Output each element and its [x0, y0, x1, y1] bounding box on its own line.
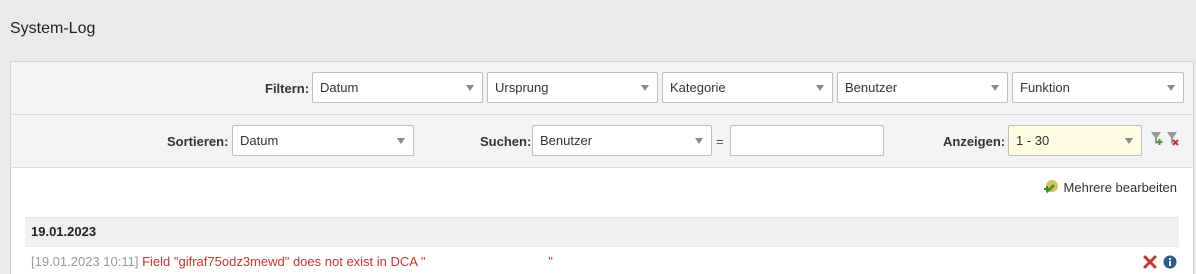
chevron-down-icon [397, 138, 405, 144]
filter-clear-icon[interactable] [1166, 131, 1182, 149]
chevron-down-icon [1167, 85, 1175, 91]
edit-multiple-icon [1043, 180, 1058, 194]
show-label: Anzeigen: [943, 134, 1006, 149]
chevron-down-icon [695, 138, 703, 144]
chevron-down-icon [466, 85, 474, 91]
sort-search-bar: Sortieren: Datum Suchen: Benutzer = Anze… [11, 115, 1193, 168]
filter-label: Filtern: [265, 81, 310, 96]
log-entry: [19.01.2023 10:11] Field "gifraf75odz3me… [25, 246, 1179, 274]
filter-select-kategorie[interactable]: Kategorie [662, 72, 833, 103]
sort-select[interactable]: Datum [232, 125, 414, 156]
chevron-down-icon [991, 85, 999, 91]
info-icon[interactable] [1163, 255, 1177, 269]
page-title: System-Log [10, 20, 96, 37]
edit-multiple-button[interactable]: Mehrere bearbeiten [1043, 179, 1177, 195]
edit-multiple-label: Mehrere bearbeiten [1063, 179, 1177, 195]
filter-bar: Filtern: Datum Ursprung Kategorie Benutz… [11, 62, 1193, 115]
search-field-select[interactable]: Benutzer [532, 125, 712, 156]
log-date-header: 19.01.2023 [25, 217, 1179, 246]
chevron-down-icon [641, 85, 649, 91]
log-entry-actions [1143, 255, 1177, 269]
search-label: Suchen: [480, 134, 532, 149]
chevron-down-icon [816, 85, 824, 91]
filter-select-funktion[interactable]: Funktion [1012, 72, 1184, 103]
filter-select-ursprung[interactable]: Ursprung [487, 72, 658, 103]
log-panel: Filtern: Datum Ursprung Kategorie Benutz… [10, 61, 1194, 274]
filter-select-benutzer[interactable]: Benutzer [837, 72, 1008, 103]
search-input[interactable] [730, 125, 884, 156]
show-select[interactable]: 1 - 30 [1008, 125, 1142, 156]
delete-icon[interactable] [1143, 255, 1157, 269]
sort-label: Sortieren: [167, 134, 229, 149]
log-entry-time: [19.01.2023 10:11] [31, 254, 139, 269]
log-entry-message: Field "gifraf75odz3mewd" does not exist … [142, 254, 553, 269]
chevron-down-icon [1125, 138, 1133, 144]
filter-select-datum[interactable]: Datum [312, 72, 483, 103]
equals-sign: = [716, 134, 724, 149]
